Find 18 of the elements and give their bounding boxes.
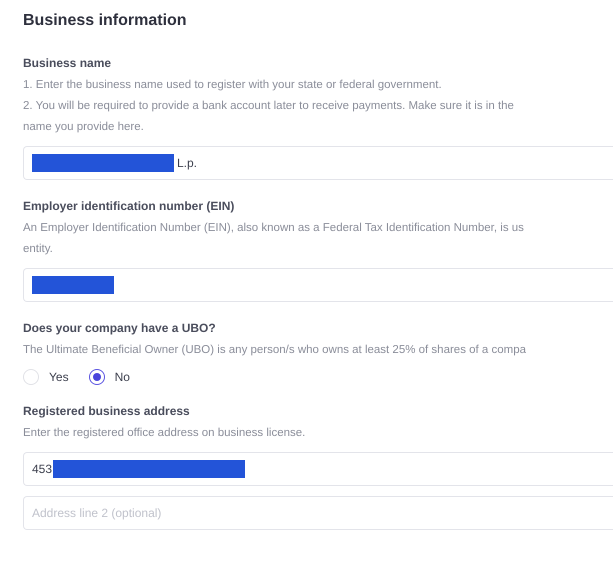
help-text: Enter the registered office address on business license. [23, 426, 306, 441]
help-text: An Employer Identification Number (EIN), also known as a Federal Tax Identification Number, is us [23, 221, 524, 236]
help-text: The Ultimate Beneficial Owner (UBO) is any person/s who owns at least 25% of shares of a compa [23, 343, 526, 358]
help-text: 1. Enter the business name used to register with your state or federal government. [23, 78, 442, 93]
input-field[interactable]: L.p. [23, 146, 613, 180]
field-label: Does your company have a UBO? [23, 321, 216, 335]
field-label: Registered business address [23, 404, 190, 418]
field-label: Business name [23, 56, 112, 70]
radio-label: Yes [49, 370, 69, 384]
input-field[interactable] [23, 268, 613, 302]
help-text: name you provide here. [23, 120, 144, 135]
radio-button[interactable] [88, 369, 105, 385]
field-label: Employer identification number (EIN) [23, 199, 234, 213]
input-field[interactable]: 453 [23, 452, 613, 486]
help-text: 2. You will be required to provide a bank account later to receive payments. Make sure it is in the [23, 99, 514, 114]
help-text: entity. [23, 242, 53, 257]
section-title: Business information [23, 12, 187, 30]
radio-label: No [114, 370, 130, 384]
